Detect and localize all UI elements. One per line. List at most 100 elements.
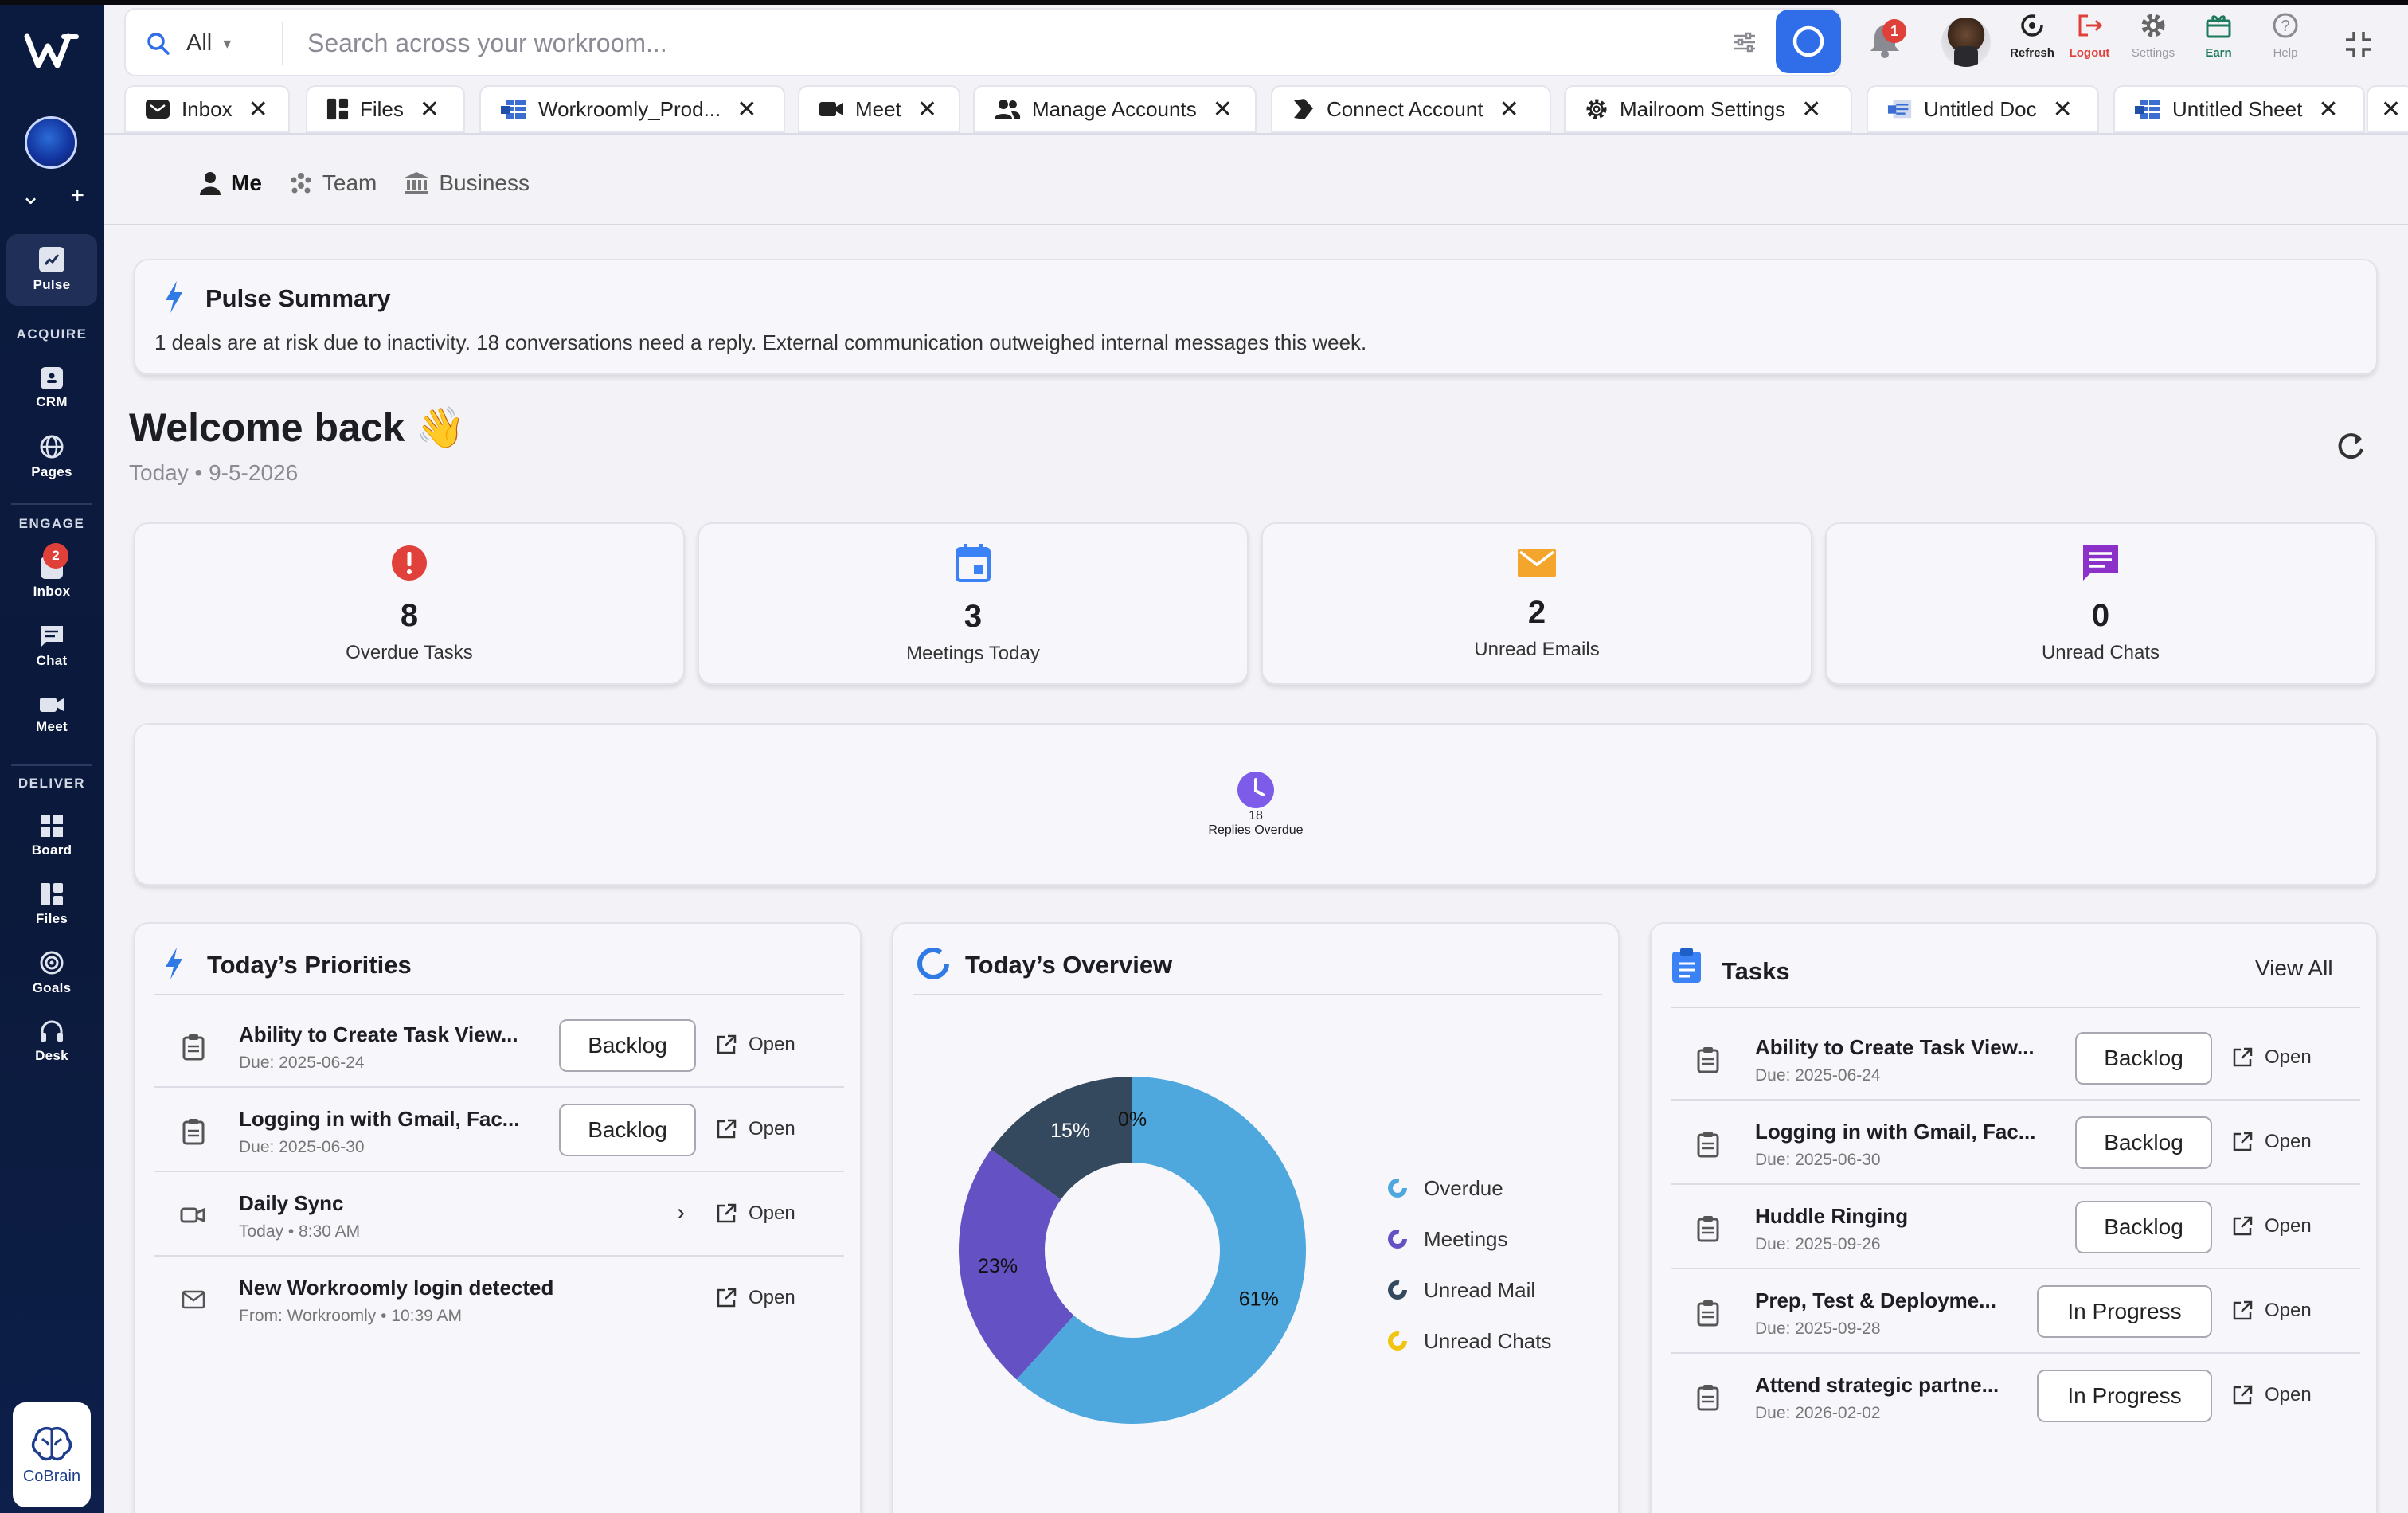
logout-button[interactable]: Logout [2058, 11, 2121, 60]
scope-team[interactable]: Team [289, 170, 377, 196]
logout-icon [2078, 14, 2103, 37]
task-row[interactable]: Huddle Ringing Due: 2025-09-26 Backlog O… [1671, 1185, 2360, 1269]
tab-untitled-sheet[interactable]: Untitled Sheet ✕ [2113, 85, 2365, 133]
task-row[interactable]: Prep, Test & Deployme... Due: 2025-09-28… [1671, 1269, 2360, 1354]
workroomly-logo[interactable] [24, 29, 80, 73]
priority-title: Ability to Create Task View... [239, 1022, 518, 1046]
refresh-button[interactable]: Refresh [2000, 11, 2064, 60]
tab-connect-account[interactable]: Connect Account ✕ [1271, 85, 1551, 133]
cobrain-button[interactable]: CoBrain [13, 1402, 91, 1507]
tab-meet[interactable]: Meet ✕ [798, 85, 960, 133]
sidebar-item-desk[interactable]: Desk [6, 1010, 97, 1073]
view-all-link[interactable]: View All [2255, 956, 2333, 981]
sidebar-item-pulse[interactable]: Pulse [6, 234, 97, 306]
tab-manage-accounts[interactable]: Manage Accounts ✕ [973, 85, 1257, 133]
sidebar-item-pages[interactable]: Pages [6, 425, 97, 489]
sidebar-item-goals[interactable]: Goals [6, 941, 97, 1005]
tab-workroomly-prod[interactable]: Workroomly_Prod... ✕ [479, 85, 785, 133]
open-link[interactable]: Open [715, 1287, 796, 1309]
settings-label: Settings [2131, 46, 2175, 60]
stat-label: Replies Overdue [1208, 823, 1304, 837]
status-button[interactable]: Backlog [2075, 1201, 2212, 1253]
clipboard-icon [1697, 1216, 1719, 1242]
tab-inbox[interactable]: Inbox ✕ [124, 85, 290, 133]
search-scope-select[interactable]: All ▾ [186, 27, 231, 59]
open-link[interactable]: Open [715, 1034, 796, 1056]
close-icon[interactable]: ✕ [2381, 96, 2401, 123]
open-link[interactable]: Open [715, 1118, 796, 1140]
close-icon[interactable]: ✕ [248, 96, 268, 123]
scope-business[interactable]: Business [404, 170, 530, 196]
legend-item-meetings[interactable]: Meetings [1387, 1214, 1610, 1265]
workspace-avatar[interactable] [25, 116, 77, 169]
status-button[interactable]: Backlog [559, 1019, 696, 1072]
close-icon[interactable]: ✕ [420, 96, 440, 123]
task-row[interactable]: Ability to Create Task View... Due: 2025… [1671, 1016, 2360, 1101]
task-row[interactable]: Attend strategic partne... Due: 2026-02-… [1671, 1354, 2360, 1438]
open-label: Open [749, 1118, 796, 1140]
search-input[interactable] [307, 21, 1820, 65]
legend-item-overdue[interactable]: Overdue [1387, 1163, 1610, 1214]
user-avatar[interactable] [1941, 18, 1991, 67]
priority-row[interactable]: New Workroomly login detected From: Work… [154, 1257, 844, 1341]
refresh-icon[interactable] [2333, 430, 2368, 465]
sidebar-item-files[interactable]: Files [6, 873, 97, 936]
priority-row[interactable]: Ability to Create Task View... Due: 2025… [154, 1003, 844, 1088]
sidebar-item-meet[interactable]: Meet [6, 683, 97, 747]
chevron-right-icon[interactable]: › [677, 1199, 685, 1226]
close-icon[interactable]: ✕ [1213, 96, 1233, 123]
sidebar-label: Meet [36, 719, 68, 734]
open-link[interactable]: Open [2231, 1046, 2312, 1069]
legend-item-unread-mail[interactable]: Unread Mail [1387, 1265, 1610, 1316]
open-link[interactable]: Open [2231, 1384, 2312, 1406]
search-divider [282, 22, 283, 65]
scope-me[interactable]: Me [199, 170, 262, 196]
close-icon[interactable]: ✕ [1499, 96, 1519, 123]
chevron-down-icon[interactable]: ⌄ [21, 182, 41, 210]
globe-icon [40, 435, 64, 459]
earn-label: Earn [2205, 46, 2232, 60]
tab-files[interactable]: Files ✕ [306, 85, 465, 133]
priority-title: Logging in with Gmail, Fac... [239, 1107, 520, 1131]
stat-meetings-today[interactable]: 3 Meetings Today [698, 522, 1249, 685]
close-icon[interactable]: ✕ [2053, 96, 2073, 123]
status-button[interactable]: Backlog [559, 1104, 696, 1156]
stat-overdue-tasks[interactable]: 8 Overdue Tasks [134, 522, 685, 685]
earn-button[interactable]: Earn [2187, 11, 2250, 60]
priority-row[interactable]: Logging in with Gmail, Fac... Due: 2025-… [154, 1088, 844, 1172]
sidebar-item-crm[interactable]: CRM [6, 357, 97, 420]
stat-replies-overdue[interactable]: 18 Replies Overdue [134, 723, 2378, 886]
tasks-panel: Tasks View All Ability to Create Task Vi… [1650, 922, 2378, 1513]
close-icon[interactable]: ✕ [737, 96, 756, 123]
settings-button[interactable]: Settings [2121, 11, 2185, 60]
priorities-panel: Today’s Priorities Ability to Create Tas… [134, 922, 862, 1513]
close-icon[interactable]: ✕ [917, 96, 937, 123]
legend-item-unread-chats[interactable]: Unread Chats [1387, 1316, 1610, 1366]
open-link[interactable]: Open [2231, 1300, 2312, 1322]
open-link[interactable]: Open [2231, 1131, 2312, 1153]
status-button[interactable]: Backlog [2075, 1032, 2212, 1085]
priority-row[interactable]: Daily Sync Today • 8:30 AM › Open [154, 1172, 844, 1257]
task-row[interactable]: Logging in with Gmail, Fac... Due: 2025-… [1671, 1101, 2360, 1185]
close-icon[interactable]: ✕ [2318, 96, 2338, 123]
open-link[interactable]: Open [2231, 1215, 2312, 1237]
tab-untitled-doc[interactable]: Untitled Doc ✕ [1867, 85, 2099, 133]
status-button[interactable]: In Progress [2037, 1370, 2212, 1422]
add-workspace-icon[interactable]: + [70, 182, 84, 209]
doc-icon [1887, 100, 1912, 119]
close-icon[interactable]: ✕ [1801, 96, 1821, 123]
sidebar-item-board[interactable]: Board [6, 804, 97, 868]
stat-unread-chats[interactable]: 0 Unread Chats [1825, 522, 2376, 685]
status-button[interactable]: In Progress [2037, 1285, 2212, 1338]
stat-unread-emails[interactable]: 2 Unread Emails [1261, 522, 1812, 685]
help-button[interactable]: ? Help [2254, 11, 2317, 60]
sidebar-item-chat[interactable]: Chat [6, 615, 97, 678]
status-button[interactable]: Backlog [2075, 1116, 2212, 1169]
search-submit-button[interactable] [1776, 10, 1841, 73]
tab-overflow[interactable]: ✕ [2367, 85, 2408, 133]
pulse-summary-card: Pulse Summary 1 deals are at risk due to… [134, 259, 2378, 375]
filter-sliders-icon[interactable] [1731, 29, 1758, 56]
tab-mailroom-settings[interactable]: Mailroom Settings ✕ [1564, 85, 1852, 133]
open-link[interactable]: Open [715, 1202, 796, 1225]
collapse-icon[interactable] [2343, 29, 2375, 61]
